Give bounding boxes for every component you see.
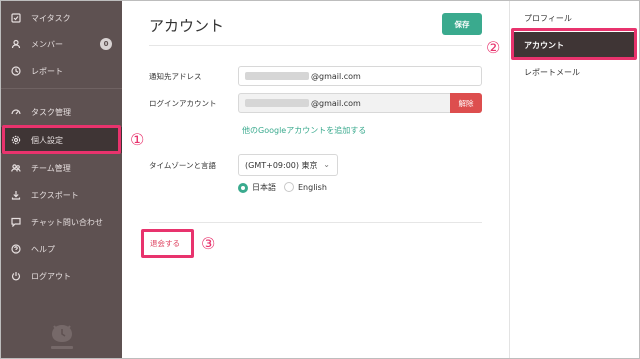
notify-address-label: 通知先アドレス	[149, 72, 202, 81]
download-icon	[1, 190, 31, 200]
annotation-number-2: ②	[486, 38, 501, 57]
chat-icon	[1, 217, 31, 227]
sidebar-item-members[interactable]: メンバー 0	[1, 31, 122, 57]
sidebar-item-reports[interactable]: レポート	[1, 58, 122, 84]
notify-email-field[interactable]: @gmail.com	[238, 66, 482, 86]
language-ja-label: 日本語	[252, 183, 276, 192]
redacted-text	[245, 72, 309, 80]
person-icon	[1, 39, 31, 49]
login-account-value: @gmail.com	[311, 98, 361, 108]
language-radio-en[interactable]: English	[284, 182, 327, 192]
annotation-number-3: ③	[201, 234, 216, 253]
add-google-account-link[interactable]: 他のGoogleアカウントを追加する	[242, 125, 366, 136]
language-en-label: English	[298, 182, 327, 192]
timezone-value: (GMT+09:00) 東京	[245, 160, 318, 170]
sidebar-item-my-tasks[interactable]: マイタスク	[1, 5, 122, 31]
sidebar-item-logout[interactable]: ログアウト	[1, 263, 122, 289]
sidebar-item-label: タスク管理	[31, 107, 71, 117]
sidebar-item-label: チーム管理	[31, 163, 71, 173]
login-account-label: ログインアカウント	[149, 99, 217, 108]
section-divider	[149, 222, 482, 223]
account-settings-panel: アカウント 保存 通知先アドレス @gmail.com ログインアカウント @g…	[122, 1, 509, 358]
highlight-box-withdraw	[141, 229, 194, 258]
highlight-box-personal-settings	[2, 125, 121, 154]
sidebar-item-chat-inquiry[interactable]: チャット問い合わせ	[1, 209, 122, 235]
login-account-field: @gmail.com 解除	[238, 93, 482, 113]
sidebar-item-label: マイタスク	[31, 13, 71, 23]
timezone-language-label: タイムゾーンと言語	[149, 161, 216, 170]
team-icon	[1, 163, 31, 173]
sidebar-item-label: チャット問い合わせ	[31, 217, 103, 227]
highlight-box-account	[511, 28, 637, 60]
sidebar-item-task-management[interactable]: タスク管理	[1, 99, 122, 125]
save-button[interactable]: 保存	[442, 13, 482, 35]
redacted-text	[245, 99, 309, 107]
sidebar-divider	[1, 88, 122, 89]
sidebar-item-team-management[interactable]: チーム管理	[1, 155, 122, 181]
help-icon	[1, 244, 31, 254]
member-count-badge: 0	[100, 38, 112, 50]
unlink-button[interactable]: 解除	[450, 93, 482, 113]
gauge-icon	[1, 107, 31, 117]
sidebar-item-label: エクスポート	[31, 190, 79, 200]
chevron-down-icon: ⌄	[323, 160, 330, 169]
notify-email-value: @gmail.com	[311, 71, 361, 81]
sidebar-item-label: ログアウト	[31, 271, 71, 281]
annotation-number-1: ①	[130, 130, 145, 149]
clock-icon	[1, 66, 31, 76]
sidebar-item-label: メンバー	[31, 39, 63, 49]
power-icon	[1, 271, 31, 281]
app-logo-icon	[51, 325, 73, 349]
sidebar-item-label: ヘルプ	[31, 244, 55, 254]
subnav-item-report-mail[interactable]: レポートメール	[513, 59, 635, 85]
sidebar-item-export[interactable]: エクスポート	[1, 182, 122, 208]
language-radio-ja[interactable]: 日本語	[238, 182, 276, 193]
radio-selected-icon	[238, 182, 248, 193]
radio-unselected-icon	[284, 182, 294, 192]
title-divider	[149, 45, 482, 46]
page-title: アカウント	[149, 17, 225, 35]
timezone-select[interactable]: (GMT+09:00) 東京 ⌄	[238, 154, 338, 176]
sidebar-item-label: レポート	[31, 66, 63, 76]
sidebar: マイタスク メンバー 0 レポート タスク管理 個人設定 チーム管理 エクスポー…	[1, 1, 122, 358]
sidebar-item-help[interactable]: ヘルプ	[1, 236, 122, 262]
checkbox-icon	[1, 13, 31, 23]
